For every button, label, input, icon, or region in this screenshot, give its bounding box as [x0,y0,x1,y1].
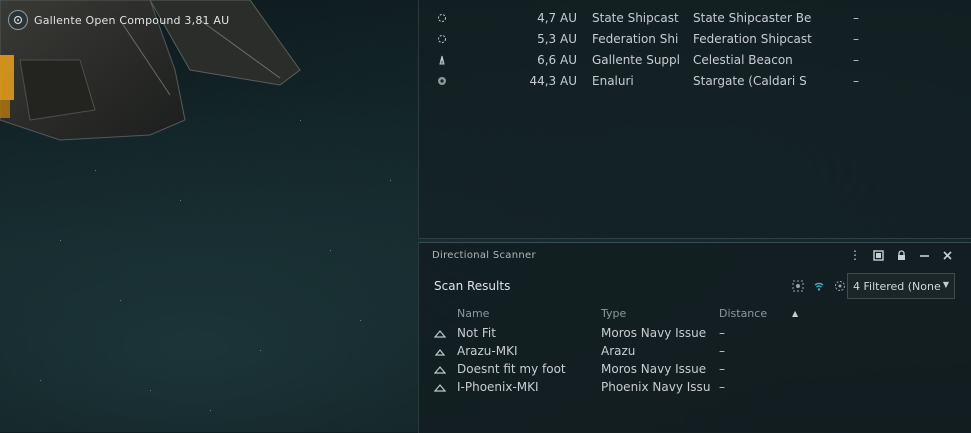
directional-scanner-window: Directional Scanner ⋮ Scan Results 4 Fil… [418,242,971,433]
overview-type: State Shipcaster Be [693,10,812,25]
overview-name: Enaluri [592,73,634,88]
result-name: Arazu-MKI [457,344,518,358]
column-header-type[interactable]: Type [601,307,626,320]
overview-panel: 4,7 AU State Shipcast State Shipcaster B… [418,0,971,239]
overview-extra: – [853,73,859,88]
overview-name: Federation Shi [592,31,679,46]
beacon-icon [439,55,445,64]
location-text: Gallente Open Compound 3,81 AU [34,13,230,27]
overview-extra: – [853,31,859,46]
chevron-down-icon: ▼ [942,280,949,289]
overview-distance: 6,6 AU [537,52,577,67]
column-header-distance[interactable]: Distance [719,307,767,320]
overview-row[interactable]: 4,7 AU State Shipcast State Shipcaster B… [419,7,971,28]
shipcaster-icon [438,13,446,22]
close-icon[interactable] [940,248,954,262]
scan-tools [791,279,846,292]
result-distance: – [719,326,725,340]
result-distance: – [719,362,725,376]
overview-name: Gallente Suppl [592,52,681,67]
overview-distance: 4,7 AU [537,10,577,25]
ship-icon [434,349,446,356]
shipcaster-icon [438,34,446,43]
ship-icon [434,384,446,392]
overview-distance: 44,3 AU [529,73,577,88]
overview-row[interactable]: 5,3 AU Federation Shi Federation Shipcas… [419,28,971,49]
window-title: Directional Scanner [432,250,536,261]
camera-scan-icon[interactable] [791,279,804,292]
scan-result-row[interactable]: I-Phoenix-MKI Phoenix Navy Issue – [419,380,971,398]
overview-type: Stargate (Caldari S [693,73,807,88]
location-label[interactable]: Gallente Open Compound 3,81 AU [8,10,229,30]
result-type: Moros Navy Issue [601,362,707,376]
overview-distance: 5,3 AU [537,31,577,46]
minimize-to-stack-icon[interactable] [871,248,885,262]
scan-results-heading: Scan Results [434,279,511,293]
result-distance: – [719,344,725,358]
scan-signal-icon[interactable] [812,279,825,292]
result-name: Doesnt fit my foot [457,362,566,376]
range-scan-icon[interactable] [833,279,846,292]
result-name: Not Fit [457,326,496,340]
result-type: Arazu [601,344,636,358]
station-icon [8,10,28,30]
overview-name: State Shipcast [592,10,679,25]
result-type: Phoenix Navy Issue [601,380,711,394]
more-options-icon[interactable]: ⋮ [848,248,862,262]
minimize-icon[interactable] [917,248,931,262]
scan-result-row[interactable]: Doesnt fit my foot Moros Navy Issue – [419,362,971,380]
lock-icon[interactable] [894,248,908,262]
window-controls: ⋮ [848,248,954,262]
column-header-name[interactable]: Name [457,307,489,320]
result-name: I-Phoenix-MKI [457,380,539,394]
ship-icon [434,330,446,338]
filter-value: 4 Filtered (None) [853,279,941,293]
result-type: Moros Navy Issue [601,326,707,340]
scan-result-row[interactable]: Not Fit Moros Navy Issue – [419,326,971,344]
stargate-icon [438,76,446,85]
overview-type: Celestial Beacon [693,52,793,67]
overview-filter-dropdown[interactable]: 4 Filtered (None) ▼ [847,273,955,299]
sort-ascending-icon: ▲ [792,309,799,318]
overview-type: Federation Shipcast [693,31,812,46]
result-distance: – [719,380,725,394]
overview-row[interactable]: 6,6 AU Gallente Suppl Celestial Beacon – [419,49,971,70]
ship-icon [434,366,446,374]
overview-extra: – [853,52,859,67]
overview-row[interactable]: 44,3 AU Enaluri Stargate (Caldari S – [419,70,971,91]
overview-extra: – [853,10,859,25]
scan-result-row[interactable]: Arazu-MKI Arazu – [419,344,971,362]
